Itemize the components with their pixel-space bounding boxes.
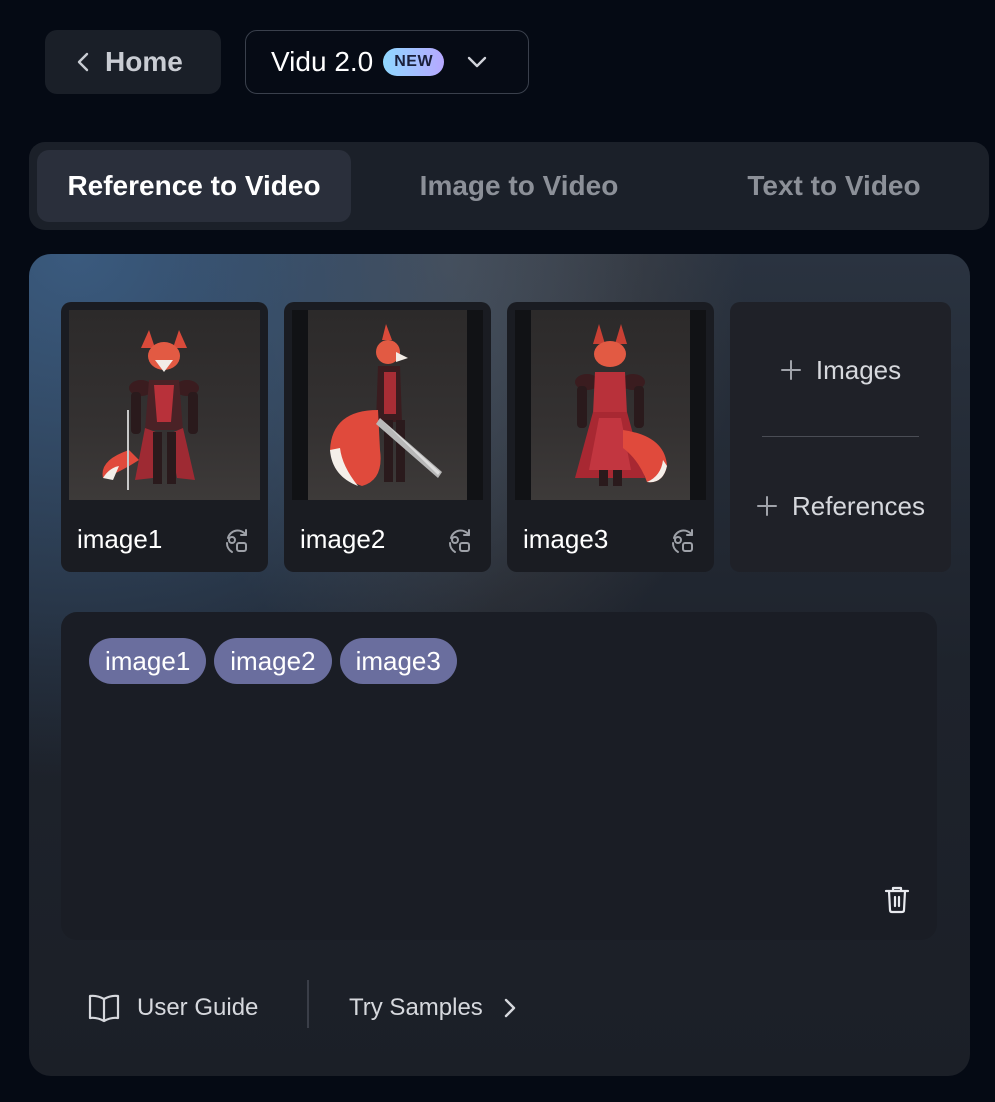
reference-label: image1 — [77, 524, 163, 554]
new-badge: NEW — [383, 48, 445, 76]
try-samples-link[interactable]: Try Samples — [349, 988, 517, 1028]
fox-warrior-image — [102, 330, 199, 490]
reference-label: image2 — [300, 524, 386, 554]
reference-label: image3 — [523, 524, 609, 554]
prompt-input[interactable]: image1 image2 image3 — [61, 612, 937, 940]
fox-warrior-image — [330, 324, 442, 486]
add-references-label: References — [792, 490, 925, 521]
reference-card[interactable]: image3 — [507, 302, 714, 572]
add-images-label: Images — [815, 354, 902, 385]
reference-chip[interactable]: image1 — [89, 638, 207, 684]
chevron-down-icon — [467, 56, 487, 68]
chevron-left-icon — [77, 52, 89, 72]
divider — [762, 436, 919, 437]
tab-reference-to-video[interactable]: Reference to Video — [37, 150, 351, 222]
plus-icon — [757, 496, 778, 516]
fox-warrior-image — [575, 324, 667, 486]
plus-icon — [780, 360, 801, 380]
home-label: Home — [105, 46, 183, 77]
reference-panel: image1 image2 image3 Images References i… — [29, 254, 970, 1076]
user-guide-link[interactable]: User Guide — [87, 988, 258, 1028]
reference-thumbnail — [69, 310, 260, 500]
add-reference-card: Images References — [730, 302, 951, 572]
trash-icon[interactable] — [883, 884, 911, 914]
chevron-right-icon — [504, 998, 516, 1018]
model-name: Vidu 2.0 — [271, 46, 374, 77]
replace-image-icon[interactable] — [445, 526, 475, 556]
mode-tabs: Reference to Video Image to Video Text t… — [29, 142, 989, 230]
user-guide-label: User Guide — [137, 994, 259, 1021]
tab-image-to-video[interactable]: Image to Video — [361, 150, 677, 222]
try-samples-label: Try Samples — [349, 994, 483, 1021]
reference-chip[interactable]: image2 — [214, 638, 332, 684]
reference-card[interactable]: image2 — [284, 302, 491, 572]
book-icon — [88, 994, 120, 1023]
replace-image-icon[interactable] — [222, 526, 252, 556]
reference-thumbnail — [515, 310, 706, 500]
model-selector[interactable]: Vidu 2.0 NEW — [245, 30, 529, 94]
home-button[interactable]: Home — [45, 30, 221, 94]
reference-chips: image1 image2 image3 — [89, 638, 457, 684]
add-references-button[interactable]: References — [730, 486, 951, 526]
tab-text-to-video[interactable]: Text to Video — [679, 150, 989, 222]
divider — [307, 980, 309, 1028]
add-images-button[interactable]: Images — [730, 350, 951, 390]
reference-chip[interactable]: image3 — [339, 638, 457, 684]
reference-card[interactable]: image1 — [61, 302, 268, 572]
replace-image-icon[interactable] — [668, 526, 698, 556]
reference-thumbnail — [292, 310, 483, 500]
